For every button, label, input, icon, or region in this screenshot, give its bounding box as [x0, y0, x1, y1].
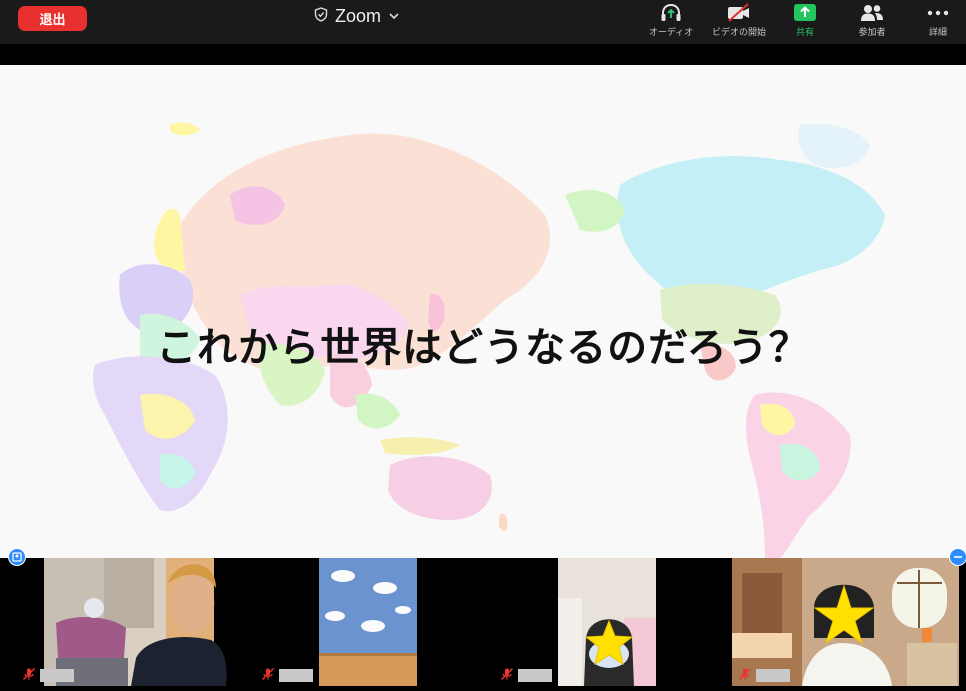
share-screen-icon [793, 3, 817, 22]
chevron-down-icon [388, 7, 400, 26]
start-video-button[interactable]: ビデオの開始 [707, 0, 771, 44]
participant-video-image [255, 558, 482, 686]
mic-muted-icon [22, 666, 36, 685]
more-icon [926, 3, 950, 22]
mic-muted-icon [500, 666, 514, 685]
participants-button[interactable]: 参加者 [852, 0, 892, 44]
participant-video-image [494, 558, 721, 686]
shield-icon [314, 6, 328, 26]
video-off-icon [726, 3, 752, 22]
meeting-title[interactable]: Zoom [314, 5, 400, 27]
participant-gallery [0, 545, 966, 691]
headphones-icon [659, 3, 683, 22]
participant-name-redacted [279, 669, 313, 682]
participant-name-bar [500, 668, 552, 683]
share-border [0, 44, 966, 65]
world-map-image [0, 65, 966, 558]
slide-title: これから世界はどうなるのだろう？ [156, 325, 810, 371]
shared-screen: これから世界はどうなるのだろう？ [0, 65, 966, 558]
participant-name-redacted [756, 669, 790, 682]
more-button[interactable]: 詳細 [920, 0, 956, 44]
view-toggle-icon[interactable] [8, 548, 26, 566]
participant-name-redacted [518, 669, 552, 682]
collapse-gallery-icon[interactable] [949, 548, 966, 566]
participant-video-image [16, 558, 243, 686]
meeting-title-text: Zoom [335, 5, 382, 26]
share-screen-button[interactable]: 共有 [789, 0, 821, 44]
participant-video-tile[interactable] [16, 558, 243, 686]
participant-video-image [732, 558, 959, 686]
audio-button[interactable]: オーディオ [645, 0, 697, 44]
mic-muted-icon [261, 666, 275, 685]
participant-name-redacted [40, 669, 74, 682]
leave-button[interactable]: 退出 [18, 6, 87, 31]
mic-muted-icon [738, 666, 752, 685]
participant-name-bar [738, 668, 790, 683]
meeting-toolbar: 退出 Zoom オーディオ ビデオの開始 共有 参加者 詳細 [0, 0, 966, 44]
participants-icon [859, 3, 885, 22]
participant-name-bar [261, 668, 313, 683]
participant-video-tile[interactable] [494, 558, 721, 686]
participant-video-tile[interactable] [732, 558, 959, 686]
participant-name-bar [22, 668, 74, 683]
participant-video-tile[interactable] [255, 558, 482, 686]
